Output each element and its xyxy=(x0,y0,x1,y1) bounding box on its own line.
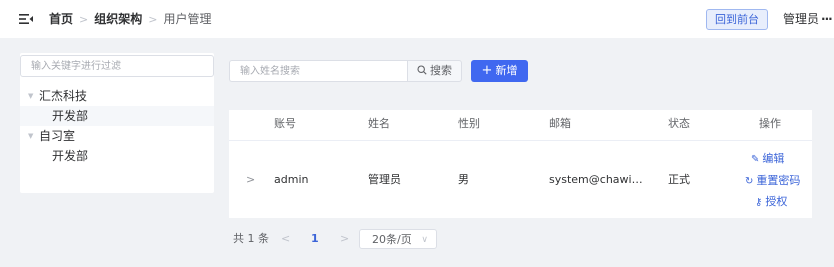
page-size-value: 20条/页 xyxy=(372,233,412,246)
prev-page-button[interactable]: < xyxy=(281,229,290,249)
cell-email: system@chawi… xyxy=(549,173,643,186)
edit-label: 编辑 xyxy=(762,152,785,165)
column-header-actions: 操作 xyxy=(759,117,781,130)
name-search-input[interactable] xyxy=(229,60,407,82)
search-icon xyxy=(417,65,427,75)
expand-row-icon[interactable]: > xyxy=(246,173,255,187)
column-header-name: 姓名 xyxy=(368,117,390,130)
tree-node-company[interactable]: ▼ 汇杰科技 xyxy=(20,86,214,106)
cell-status: 正式 xyxy=(668,173,690,186)
tree-node-label: 开发部 xyxy=(52,149,89,163)
plus-icon: + xyxy=(481,63,493,78)
cell-name: 管理员 xyxy=(368,173,401,186)
user-name: 管理员 xyxy=(783,12,820,26)
breadcrumb-separator: > xyxy=(148,13,158,26)
tree-node-studyroom[interactable]: ▼ 自习室 xyxy=(20,126,214,146)
edit-icon: ✎ xyxy=(751,154,760,165)
breadcrumb-separator: > xyxy=(79,13,89,26)
user-menu[interactable]: 管理员 ··· xyxy=(783,11,833,27)
authorize-label: 授权 xyxy=(765,195,788,208)
chevron-down-icon: ∨ xyxy=(421,235,428,245)
more-dots-icon: ··· xyxy=(821,12,833,26)
edit-button[interactable]: ✎ 编辑 xyxy=(751,152,784,167)
menu-fold-icon[interactable] xyxy=(18,11,34,27)
top-header: 首页 > 组织架构 > 用户管理 回到前台 管理员 ··· xyxy=(0,0,834,38)
tree-node-label: 汇杰科技 xyxy=(39,89,88,103)
key-icon: ⚷ xyxy=(755,197,763,208)
breadcrumb-home[interactable]: 首页 xyxy=(49,12,73,26)
tree-node-label: 自习室 xyxy=(39,129,76,143)
tree-node-dept[interactable]: 开发部 xyxy=(20,146,214,166)
page-size-select[interactable]: 20条/页 ∨ xyxy=(359,229,437,249)
cell-gender: 男 xyxy=(458,173,469,186)
caret-down-icon: ▼ xyxy=(28,132,34,140)
user-table: 账号 姓名 性别 邮箱 状态 操作 > admin 管理员 男 system@c… xyxy=(229,110,812,218)
breadcrumb-org[interactable]: 组织架构 xyxy=(94,12,142,26)
column-header-account: 账号 xyxy=(274,117,296,130)
cell-account: admin xyxy=(274,173,309,186)
page-number-current[interactable]: 1 xyxy=(311,229,319,249)
breadcrumb: 首页 > 组织架构 > 用户管理 xyxy=(49,11,211,28)
column-header-status: 状态 xyxy=(668,117,690,130)
reset-password-label: 重置密码 xyxy=(756,174,801,187)
next-page-button[interactable]: > xyxy=(340,229,349,249)
caret-down-icon: ▼ xyxy=(28,92,34,100)
back-to-front-button[interactable]: 回到前台 xyxy=(706,9,768,30)
add-button-label: 新增 xyxy=(495,64,518,77)
tree-node-dept[interactable]: 开发部 xyxy=(20,106,214,126)
search-button-label: 搜索 xyxy=(430,64,452,77)
org-tree-panel: ▼ 汇杰科技 开发部 ▼ 自习室 开发部 xyxy=(20,53,214,193)
breadcrumb-current: 用户管理 xyxy=(163,12,212,26)
pagination-total: 共 1 条 xyxy=(233,232,269,245)
add-user-button[interactable]: + 新增 xyxy=(471,60,528,82)
refresh-icon: ↻ xyxy=(745,176,754,187)
column-header-gender: 性别 xyxy=(458,117,480,130)
search-button[interactable]: 搜索 xyxy=(407,60,462,82)
authorize-button[interactable]: ⚷ 授权 xyxy=(755,195,787,210)
tree-filter-input[interactable] xyxy=(20,55,214,77)
header-divider xyxy=(229,140,812,141)
tree-node-label: 开发部 xyxy=(52,109,89,123)
reset-password-button[interactable]: ↻ 重置密码 xyxy=(745,174,800,189)
column-header-email: 邮箱 xyxy=(549,117,571,130)
